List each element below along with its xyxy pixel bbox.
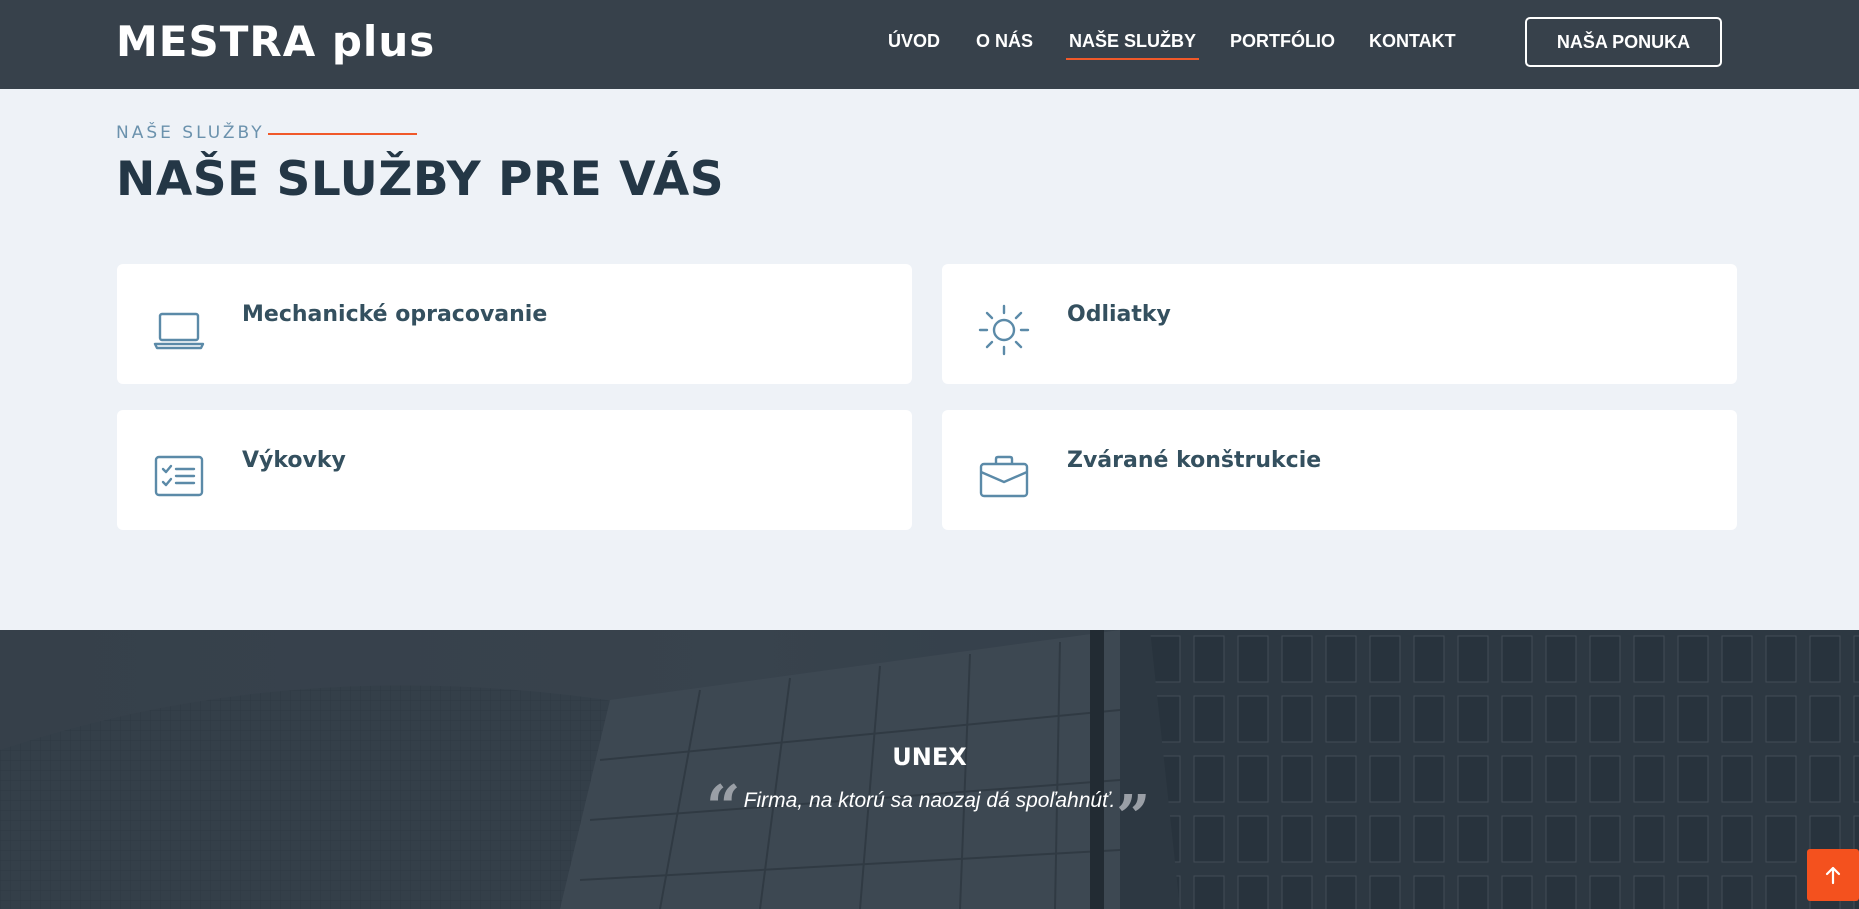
nasa-ponuka-button[interactable]: NAŠA PONUKA (1525, 17, 1722, 67)
sun-icon (978, 304, 1030, 356)
eyebrow-divider (268, 133, 417, 135)
service-title: Mechanické opracovanie (242, 302, 548, 327)
service-card[interactable]: Výkovky (117, 410, 912, 530)
arrow-up-icon (1825, 866, 1841, 885)
site-header: MESTRA plus ÚVOD O NÁS NAŠE SLUŽBY PORTF… (0, 0, 1859, 89)
scroll-to-top-button[interactable] (1807, 849, 1859, 901)
testimonial-author: UNEX (892, 743, 967, 771)
section-title: NAŠE SLUŽBY PRE VÁS (116, 152, 725, 207)
nav-nase-sluzby[interactable]: NAŠE SLUŽBY (1065, 30, 1200, 60)
service-title: Výkovky (242, 448, 346, 473)
section-eyebrow: NAŠE SLUŽBY (116, 123, 265, 143)
testimonial-quote: Firma, na ktorú sa naozaj dá spoľahnúť. (743, 789, 1116, 812)
briefcase-icon (979, 455, 1029, 498)
service-title: Odliatky (1067, 302, 1171, 327)
checklist-icon (154, 455, 204, 497)
service-card[interactable]: Zvárané konštrukcie (942, 410, 1737, 530)
testimonial-banner: UNEX “ Firma, na ktorú sa naozaj dá spoľ… (0, 630, 1859, 909)
service-card[interactable]: Odliatky (942, 264, 1737, 384)
laptop-icon (153, 312, 205, 350)
service-title: Zvárané konštrukcie (1067, 448, 1322, 473)
nav-kontakt[interactable]: KONTAKT (1369, 30, 1456, 52)
nav-o-nas[interactable]: O NÁS (976, 30, 1033, 52)
nav-portfolio[interactable]: PORTFÓLIO (1230, 30, 1335, 52)
service-card[interactable]: Mechanické opracovanie (117, 264, 912, 384)
nav-uvod[interactable]: ÚVOD (888, 30, 940, 52)
close-quote-icon: ” (1116, 783, 1151, 853)
